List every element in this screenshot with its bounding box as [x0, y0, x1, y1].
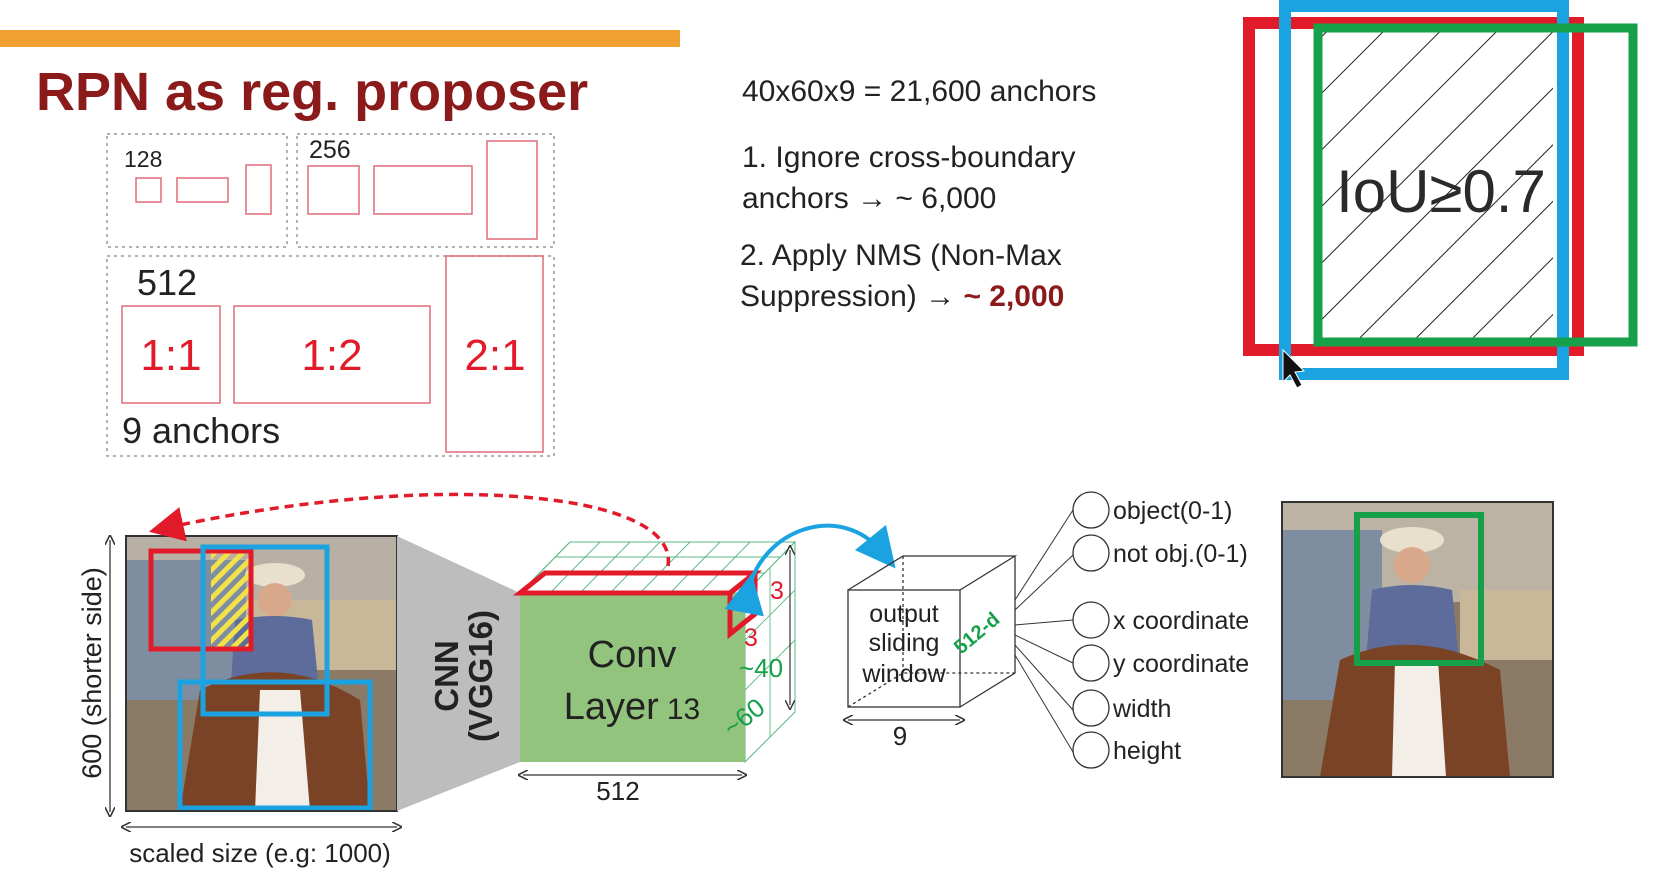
anchor-128-1-1: [135, 177, 162, 203]
output-label-height: height: [1113, 737, 1181, 765]
cnn-label-line2: (VGG16): [462, 610, 499, 742]
overlap-highlight: [211, 553, 249, 649]
slide-canvas: RPN as reg. proposer 128 256 512 1:1 1:2…: [0, 0, 1638, 868]
slide-title: RPN as reg. proposer: [36, 62, 588, 122]
output-neuron-x-coordinate: [1072, 601, 1110, 639]
anchor-size-128: 128: [124, 146, 162, 172]
conv-label-number: 13: [667, 693, 700, 726]
anchor-total-text: 40x60x9 = 21,600 anchors: [742, 75, 1096, 108]
input-height-label: 600 (shorter side): [77, 567, 107, 779]
output-neuron-not-obj: [1072, 534, 1110, 572]
window-label-line2: sliding: [869, 629, 940, 657]
iou-label: IoU≥0.7: [1336, 158, 1546, 225]
anchor-256-2-1: [486, 140, 538, 240]
window-label-line3: window: [861, 660, 946, 688]
anchor-size-256: 256: [309, 136, 351, 164]
output-connections: [1014, 509, 1074, 753]
step2-line2-prefix: Suppression) →: [740, 280, 963, 313]
ratio-2-1-label: 2:1: [464, 331, 525, 380]
output-label-width: width: [1112, 695, 1171, 723]
output-neuron-width: [1072, 689, 1110, 727]
conv-label-line1: Conv: [588, 634, 677, 676]
conv-label-line2: Layer 13: [564, 686, 700, 728]
output-neuron-height: [1072, 731, 1110, 769]
anchor-128-2-1: [245, 164, 272, 215]
cnn-label-line1: CNN: [428, 640, 465, 712]
conv-label-layer: Layer: [564, 686, 659, 728]
output-label-y-coordinate: y coordinate: [1113, 650, 1249, 678]
step2-line2-value: ~ 2,000: [963, 280, 1064, 313]
ratio-1-1-label: 1:1: [140, 331, 201, 380]
conv-width-label: 512: [596, 776, 639, 806]
step2-line1: 2. Apply NMS (Non-Max: [740, 239, 1062, 272]
cnn-label: CNN: [428, 640, 465, 712]
window-size-label: 9: [893, 721, 907, 751]
ratio-1-2-label: 1:2: [301, 331, 362, 380]
step1-line2: anchors → ~ 6,000: [742, 182, 996, 215]
anchor-128-1-2: [176, 177, 229, 203]
output-label-not-obj: not obj.(0-1): [1113, 540, 1248, 568]
step2-line2: Suppression) → ~ 2,000: [740, 280, 1064, 313]
feature-height-label: ~40: [739, 653, 783, 683]
kernel-height-label: 3: [744, 624, 758, 652]
input-image: [126, 536, 397, 811]
output-neuron-object: [1072, 491, 1110, 529]
output-neuron-y-coordinate: [1072, 644, 1110, 682]
output-label-object: object(0-1): [1113, 497, 1233, 525]
blue-curved-arrow: [724, 523, 896, 617]
window-label-line1: output: [869, 600, 939, 628]
output-neurons: object(0-1) not obj.(0-1) x coordinate y co…: [1072, 491, 1249, 769]
output-image: [1281, 501, 1554, 778]
kernel-width-label: 3: [770, 577, 784, 605]
anchor-256-1-1: [307, 165, 360, 215]
window-depth-label: 512-d: [950, 608, 1004, 658]
output-label-x-coordinate: x coordinate: [1113, 607, 1249, 635]
anchor-256-1-2: [373, 165, 473, 215]
accent-bar: [0, 30, 680, 47]
input-width-label: scaled size (e.g: 1000): [129, 838, 391, 868]
step1-line1: 1. Ignore cross-boundary: [742, 141, 1076, 174]
anchor-size-512: 512: [137, 262, 197, 303]
anchor-count-label: 9 anchors: [122, 410, 280, 451]
